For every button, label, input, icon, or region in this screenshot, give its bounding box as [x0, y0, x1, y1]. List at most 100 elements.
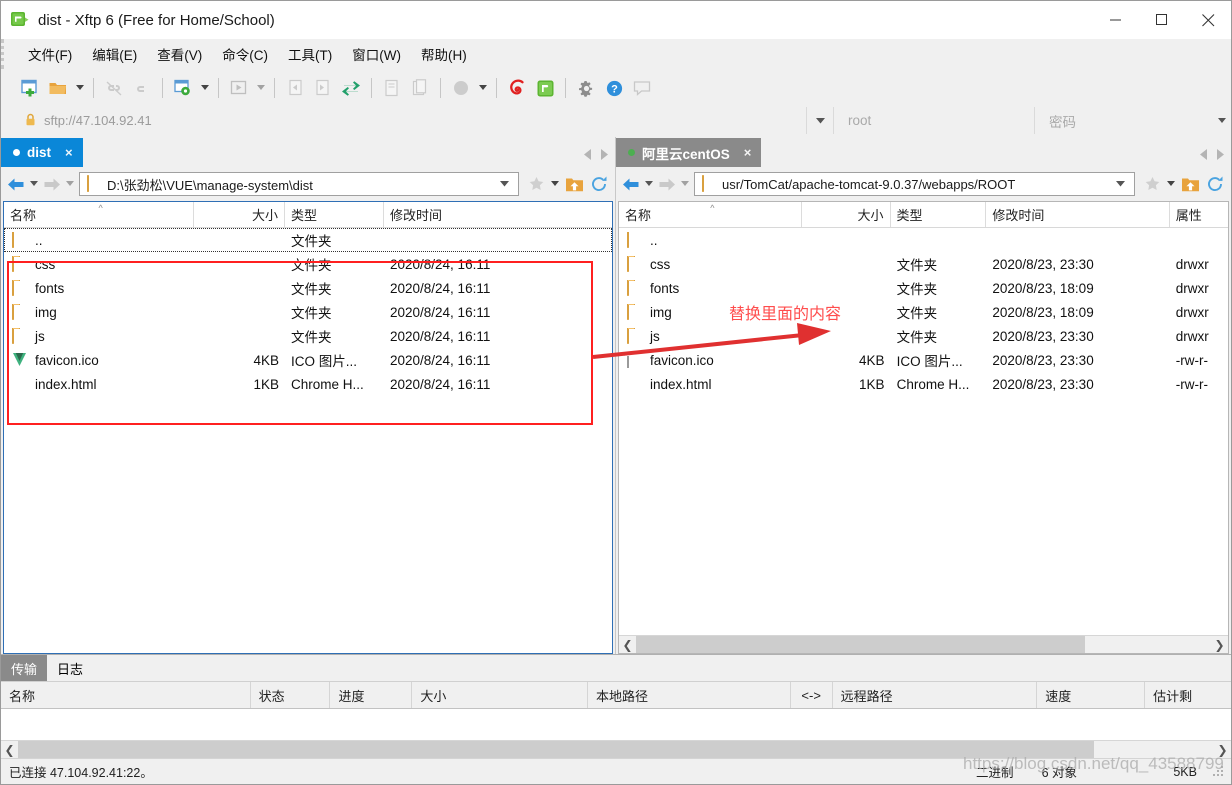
transfer-column-size[interactable]: 大小	[412, 682, 589, 708]
refresh-icon[interactable]	[587, 172, 611, 196]
tab-next-icon[interactable]	[1216, 148, 1225, 163]
close-icon[interactable]: ×	[65, 145, 73, 160]
table-row[interactable]: css 文件夹 2020/8/23, 23:30 drwxr	[619, 252, 1228, 276]
path-history-caret-down-icon[interactable]	[492, 172, 516, 196]
tab-log[interactable]: 日志	[47, 655, 93, 681]
transfer-column-eta[interactable]: 估计剩	[1145, 682, 1231, 708]
forward-arrow-right-icon	[656, 172, 678, 196]
transfer-column-direction[interactable]: <->	[791, 682, 833, 708]
remote-file-list[interactable]: 名称 ^ 大小 类型 修改时间 属性 .. css 文件夹 2020/8/23,…	[618, 201, 1229, 654]
back-arrow-left-icon[interactable]	[5, 172, 27, 196]
tab-transfer[interactable]: 传输	[1, 655, 48, 681]
transfer-column-speed[interactable]: 速度	[1037, 682, 1146, 708]
sync-browsing-icon[interactable]	[338, 75, 364, 101]
tab-prev-icon[interactable]	[1199, 148, 1208, 163]
table-row[interactable]: js 文件夹 2020/8/24, 16:11	[4, 324, 612, 348]
column-header-size[interactable]: 大小	[194, 202, 285, 227]
column-header-name[interactable]: 名称 ^	[619, 202, 803, 227]
username-input[interactable]: root	[833, 107, 1035, 134]
tab-next-icon[interactable]	[600, 148, 609, 163]
bookmark-star-icon[interactable]	[1140, 172, 1164, 196]
scroll-thumb[interactable]	[636, 636, 1085, 653]
local-rows[interactable]: .. 文件夹 css 文件夹 2020/8/24, 16:11 fonts 文件夹 2020/…	[4, 228, 612, 653]
bookmark-star-icon[interactable]	[524, 172, 548, 196]
transfer-column-name[interactable]: 名称	[1, 682, 251, 708]
url-field[interactable]: sftp://47.104.92.41	[17, 107, 807, 134]
menu-window[interactable]: 窗口(W)	[342, 41, 411, 67]
menu-file[interactable]: 文件(F)	[18, 41, 82, 67]
xshell-icon[interactable]	[504, 75, 530, 101]
bookmark-caret-down-icon[interactable]	[549, 172, 561, 196]
tab-aliyun-centos[interactable]: 阿里云centOS ×	[616, 138, 762, 167]
transfer-column-remote-path[interactable]: 远程路径	[833, 682, 1038, 708]
options-icon[interactable]	[573, 75, 599, 101]
table-row[interactable]: ..	[619, 228, 1228, 252]
menu-tools[interactable]: 工具(T)	[278, 41, 342, 67]
column-header-attributes[interactable]: 属性	[1170, 202, 1228, 227]
column-header-type[interactable]: 类型	[891, 202, 987, 227]
table-row[interactable]: favicon.ico 4KB ICO 图片... 2020/8/24, 16:11	[4, 348, 612, 372]
local-path-input[interactable]: D:\张劲松\VUE\manage-system\dist	[79, 172, 519, 196]
transfer-list-body[interactable]	[1, 709, 1231, 740]
transfer-tabs: 传输 日志	[1, 655, 1231, 681]
scroll-track[interactable]	[636, 636, 1211, 653]
refresh-icon[interactable]	[1203, 172, 1227, 196]
url-dropdown-caret-down-icon[interactable]	[807, 107, 833, 134]
caret-down-icon[interactable]	[476, 75, 489, 101]
password-input[interactable]: 密码	[1035, 107, 1215, 134]
menu-command[interactable]: 命令(C)	[212, 41, 278, 67]
path-history-caret-down-icon[interactable]	[1108, 172, 1132, 196]
menu-help[interactable]: 帮助(H)	[411, 41, 477, 67]
help-icon[interactable]: ?	[601, 75, 627, 101]
caret-down-icon[interactable]	[198, 75, 211, 101]
remote-hscrollbar[interactable]: ❮ ❯	[619, 635, 1228, 653]
transfer-column-status[interactable]: 状态	[251, 682, 331, 708]
table-row[interactable]: index.html 1KB Chrome H... 2020/8/24, 16:11	[4, 372, 612, 396]
addressbar-overflow-caret-down-icon[interactable]	[1215, 107, 1229, 134]
column-header-modified[interactable]: 修改时间	[384, 202, 574, 227]
table-row[interactable]: img 文件夹 2020/8/23, 18:09 drwxr	[619, 300, 1228, 324]
table-row[interactable]: js 文件夹 2020/8/23, 23:30 drwxr	[619, 324, 1228, 348]
bookmark-caret-down-icon[interactable]	[1165, 172, 1177, 196]
table-row[interactable]: img 文件夹 2020/8/24, 16:11	[4, 300, 612, 324]
back-arrow-left-icon[interactable]	[620, 172, 642, 196]
remote-rows[interactable]: .. css 文件夹 2020/8/23, 23:30 drwxr fonts 文件夹 202…	[619, 228, 1228, 635]
xftp-icon[interactable]	[532, 75, 558, 101]
folder-up-icon[interactable]	[1178, 172, 1202, 196]
transfer-column-local-path[interactable]: 本地路径	[588, 682, 791, 708]
menu-view[interactable]: 查看(V)	[147, 41, 212, 67]
tab-prev-icon[interactable]	[583, 148, 592, 163]
menu-edit[interactable]: 编辑(E)	[82, 41, 147, 67]
cell-name: img	[4, 304, 194, 320]
local-file-list[interactable]: 名称 ^ 大小 类型 修改时间 .. 文件夹 css 文件夹 2020/8/24, 16…	[3, 201, 613, 654]
scroll-left-icon[interactable]: ❮	[619, 636, 636, 653]
scroll-right-icon[interactable]: ❯	[1211, 636, 1228, 653]
file-name: css	[35, 256, 56, 272]
table-row[interactable]: fonts 文件夹 2020/8/23, 18:09 drwxr	[619, 276, 1228, 300]
table-row[interactable]: favicon.ico 4KB ICO 图片... 2020/8/23, 23:30 -…	[619, 348, 1228, 372]
close-icon[interactable]: ×	[744, 145, 752, 160]
column-header-name[interactable]: 名称 ^	[4, 202, 194, 227]
scroll-thumb[interactable]	[18, 741, 1095, 758]
table-row[interactable]: fonts 文件夹 2020/8/24, 16:11	[4, 276, 612, 300]
tab-dist[interactable]: dist ×	[1, 138, 83, 167]
new-session-icon[interactable]	[17, 75, 43, 101]
close-button[interactable]	[1185, 1, 1231, 39]
folder-up-icon[interactable]	[562, 172, 586, 196]
column-header-modified[interactable]: 修改时间	[986, 202, 1170, 227]
transfer-column-progress[interactable]: 进度	[330, 682, 413, 708]
table-row[interactable]: .. 文件夹	[4, 228, 612, 252]
back-caret-down-icon[interactable]	[28, 172, 40, 196]
table-row[interactable]: index.html 1KB Chrome H... 2020/8/23, 23:30…	[619, 372, 1228, 396]
column-header-type[interactable]: 类型	[285, 202, 384, 227]
column-header-size[interactable]: 大小	[802, 202, 891, 227]
minimize-button[interactable]	[1093, 1, 1139, 39]
session-properties-icon[interactable]	[170, 75, 196, 101]
open-folder-icon[interactable]	[45, 75, 71, 101]
table-row[interactable]: css 文件夹 2020/8/24, 16:11	[4, 252, 612, 276]
back-caret-down-icon[interactable]	[643, 172, 655, 196]
scroll-left-icon[interactable]: ❮	[1, 741, 18, 758]
caret-down-icon[interactable]	[73, 75, 86, 101]
maximize-button[interactable]	[1139, 1, 1185, 39]
remote-path-input[interactable]: usr/TomCat/apache-tomcat-9.0.37/webapps/…	[694, 172, 1135, 196]
